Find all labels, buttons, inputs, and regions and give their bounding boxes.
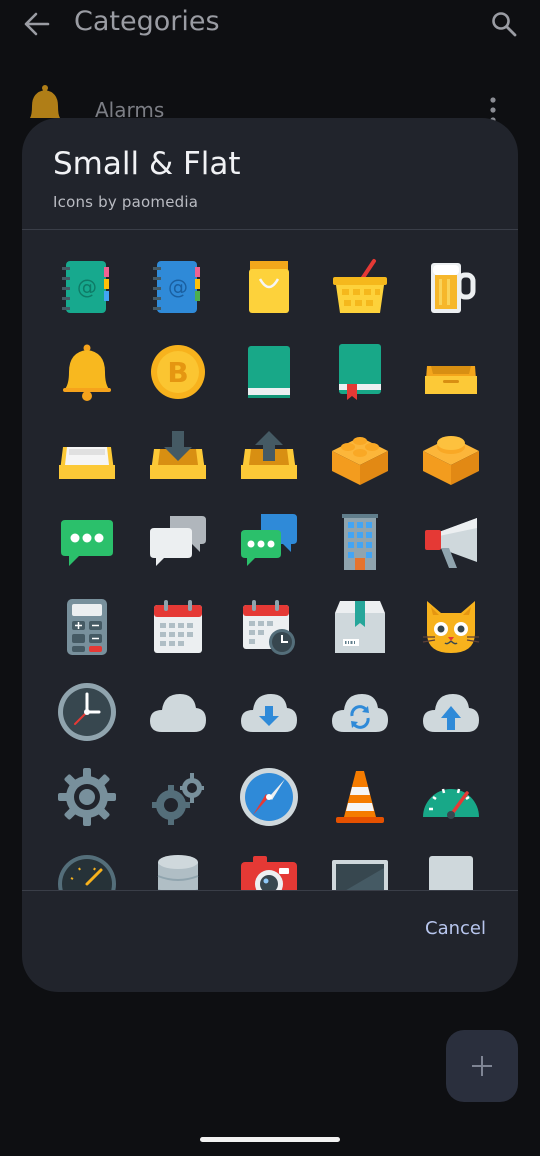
compass-icon[interactable] xyxy=(239,767,299,827)
blank-tile-icon[interactable] xyxy=(421,852,481,890)
package-box-icon[interactable] xyxy=(330,597,390,657)
calendar-clock-icon[interactable] xyxy=(239,597,299,657)
lego-brick-1-icon[interactable] xyxy=(421,427,481,487)
arrow-left-icon[interactable] xyxy=(22,10,52,38)
cancel-button[interactable]: Cancel xyxy=(425,918,486,939)
svg-text:@: @ xyxy=(77,275,97,299)
tray-upload-icon[interactable] xyxy=(239,427,299,487)
address-book-blue-icon[interactable]: @ xyxy=(148,257,208,317)
shopping-bag-icon[interactable] xyxy=(239,257,299,317)
database-icon[interactable] xyxy=(148,852,208,890)
chat-bubble-green-icon[interactable] xyxy=(57,512,117,572)
calendar-icon[interactable] xyxy=(148,597,208,657)
icon-picker-dialog: Small & Flat Icons by paomedia @ @ B Can… xyxy=(22,118,518,992)
app-bar: Categories xyxy=(0,0,540,50)
speedometer-icon[interactable] xyxy=(421,767,481,827)
shopping-basket-icon[interactable] xyxy=(330,257,390,317)
page-title: Categories xyxy=(74,6,220,37)
bell-icon[interactable] xyxy=(57,342,117,402)
inbox-tray-icon[interactable] xyxy=(57,427,117,487)
divider xyxy=(22,890,518,891)
cloud-upload-icon[interactable] xyxy=(421,682,481,742)
monitor-icon[interactable] xyxy=(330,852,390,890)
gears-icon[interactable] xyxy=(148,767,208,827)
icon-grid[interactable]: @ @ B xyxy=(22,230,518,890)
tray-download-icon[interactable] xyxy=(148,427,208,487)
cloud-download-icon[interactable] xyxy=(239,682,299,742)
calculator-icon[interactable] xyxy=(57,597,117,657)
svg-text:@: @ xyxy=(168,275,188,299)
cloud-icon[interactable] xyxy=(148,682,208,742)
dialog-subtitle: Icons by paomedia xyxy=(53,193,199,211)
book-green-icon[interactable] xyxy=(239,342,299,402)
chat-bubbles-gray-icon[interactable] xyxy=(148,512,208,572)
chat-bubbles-blue-green-icon[interactable] xyxy=(239,512,299,572)
camera-icon[interactable] xyxy=(239,852,299,890)
dialog-title: Small & Flat xyxy=(53,146,241,182)
svg-text:B: B xyxy=(167,356,188,389)
traffic-cone-icon[interactable] xyxy=(330,767,390,827)
book-bookmark-icon[interactable] xyxy=(330,342,390,402)
clock-icon[interactable] xyxy=(57,682,117,742)
cloud-sync-icon[interactable] xyxy=(330,682,390,742)
gesture-nav-bar[interactable] xyxy=(200,1137,340,1142)
bitcoin-icon[interactable]: B xyxy=(148,342,208,402)
drawer-open-icon[interactable] xyxy=(421,342,481,402)
beer-mug-icon[interactable] xyxy=(421,257,481,317)
search-icon[interactable] xyxy=(490,10,518,38)
gauge-dark-icon[interactable] xyxy=(57,852,117,890)
megaphone-icon[interactable] xyxy=(421,512,481,572)
gear-icon[interactable] xyxy=(57,767,117,827)
add-fab-button[interactable] xyxy=(446,1030,518,1102)
cat-face-icon[interactable] xyxy=(421,597,481,657)
address-book-green-icon[interactable]: @ xyxy=(57,257,117,317)
office-building-icon[interactable] xyxy=(330,512,390,572)
lego-brick-4-icon[interactable] xyxy=(330,427,390,487)
